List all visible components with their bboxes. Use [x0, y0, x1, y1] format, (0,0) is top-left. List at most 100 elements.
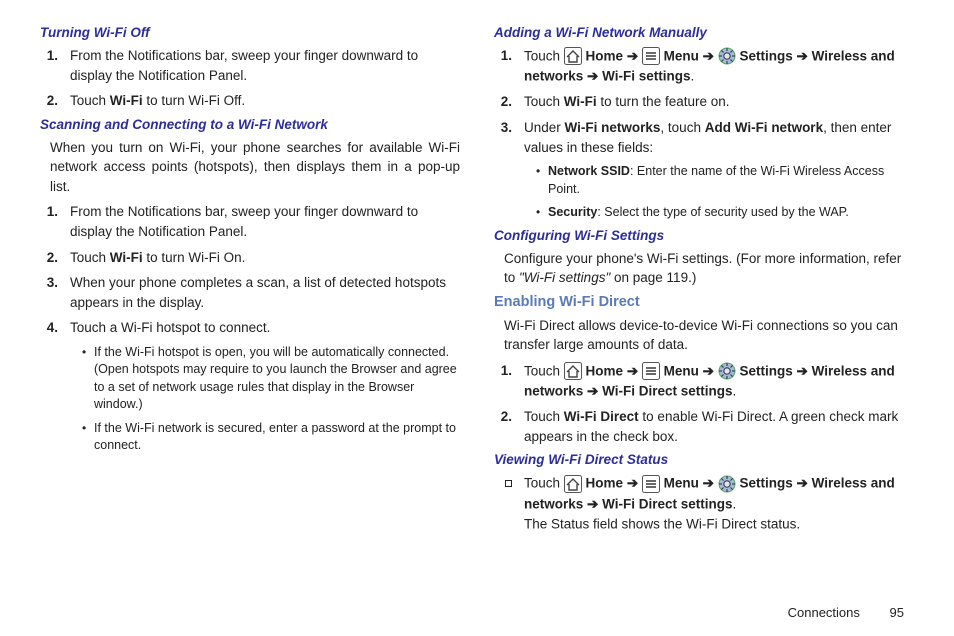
list-item: 2. Touch Wi-Fi to turn Wi-Fi Off.: [40, 91, 460, 111]
step-text: Touch Home ➔ Menu ➔ Settings ➔ Wireless …: [524, 361, 914, 401]
bullet-list: • Network SSID: Enter the name of the Wi…: [536, 163, 914, 222]
bullet-item: • Security: Select the type of security …: [536, 204, 914, 222]
arrow-icon: ➔: [587, 496, 598, 511]
bold-text: Wi-Fi: [110, 250, 143, 265]
step-number: 1.: [494, 46, 524, 66]
step-text: From the Notifications bar, sweep your f…: [70, 202, 460, 241]
step-text: Touch Home ➔ Menu ➔ Settings ➔ Wireless …: [524, 473, 914, 534]
italic-text: "Wi-Fi settings": [519, 270, 610, 285]
heading-configuring: Configuring Wi-Fi Settings: [494, 228, 914, 243]
arrow-icon: ➔: [703, 49, 714, 64]
bullet-dot: •: [536, 163, 548, 180]
paragraph: Wi-Fi Direct allows device-to-device Wi-…: [504, 316, 914, 355]
list-viewing: Touch Home ➔ Menu ➔ Settings ➔ Wireless …: [494, 473, 914, 534]
arrow-icon: ➔: [627, 364, 638, 379]
bold-text: Menu: [664, 364, 703, 379]
list-item: 1. Touch Home ➔ Menu ➔ Settings ➔ Wirele…: [494, 361, 914, 401]
list-item: 3. When your phone completes a scan, a l…: [40, 273, 460, 312]
text: , touch: [660, 120, 704, 135]
settings-icon: [718, 47, 736, 65]
arrow-icon: ➔: [627, 49, 638, 64]
bullet-text: If the Wi-Fi network is secured, enter a…: [94, 420, 460, 455]
bullet-text: Security: Select the type of security us…: [548, 204, 914, 222]
paragraph: When you turn on Wi-Fi, your phone searc…: [50, 138, 460, 197]
bold-text: Wi-Fi: [110, 93, 143, 108]
step-number: 2.: [40, 91, 70, 111]
bold-text: Add Wi-Fi network: [705, 120, 823, 135]
bold-text: Menu: [664, 476, 703, 491]
bold-text: Home: [586, 364, 627, 379]
bullet-list: • If the Wi-Fi hotspot is open, you will…: [82, 344, 460, 455]
step-text: From the Notifications bar, sweep your f…: [70, 46, 460, 85]
text: to turn Wi-Fi Off.: [143, 93, 246, 108]
bullet-text: Network SSID: Enter the name of the Wi-F…: [548, 163, 914, 198]
text: Touch: [524, 364, 564, 379]
step-text: When your phone completes a scan, a list…: [70, 273, 460, 312]
bold-text: Wi-Fi Direct settings: [602, 384, 732, 399]
footer-section: Connections: [788, 605, 860, 620]
bullet-text: If the Wi-Fi hotspot is open, you will b…: [94, 344, 460, 414]
bullet-item: • If the Wi-Fi hotspot is open, you will…: [82, 344, 460, 414]
text: to turn Wi-Fi On.: [143, 250, 246, 265]
list-item: 2. Touch Wi-Fi to turn the feature on.: [494, 92, 914, 112]
text: Touch: [524, 49, 564, 64]
step-number: 1.: [40, 202, 70, 222]
step-text: Touch Wi-Fi to turn Wi-Fi On.: [70, 248, 460, 268]
step-number: 1.: [494, 361, 524, 381]
list-item: 4. Touch a Wi-Fi hotspot to connect.: [40, 318, 460, 338]
bold-text: Wi-Fi: [564, 94, 597, 109]
list-item: 2. Touch Wi-Fi Direct to enable Wi-Fi Di…: [494, 407, 914, 446]
settings-icon: [718, 475, 736, 493]
arrow-icon: ➔: [797, 364, 808, 379]
arrow-icon: ➔: [797, 49, 808, 64]
menu-icon: [642, 362, 660, 380]
paragraph: Configure your phone's Wi-Fi settings. (…: [504, 249, 914, 288]
home-icon: [564, 47, 582, 65]
text: to turn the feature on.: [597, 94, 730, 109]
arrow-icon: ➔: [797, 476, 808, 491]
step-text: Touch a Wi-Fi hotspot to connect.: [70, 318, 460, 338]
step-text: Touch Wi-Fi to turn the feature on.: [524, 92, 914, 112]
bold-text: Settings: [740, 49, 797, 64]
arrow-icon: ➔: [627, 476, 638, 491]
heading-turning-wifi-off: Turning Wi-Fi Off: [40, 25, 460, 40]
bullet-item: • Network SSID: Enter the name of the Wi…: [536, 163, 914, 198]
step-text: Touch Wi-Fi Direct to enable Wi-Fi Direc…: [524, 407, 914, 446]
text: Touch: [70, 250, 110, 265]
footer-page-number: 95: [890, 605, 904, 620]
text: The Status field shows the Wi-Fi Direct …: [524, 517, 800, 532]
text: Touch: [524, 409, 564, 424]
text: Touch: [524, 476, 564, 491]
step-number: 3.: [494, 118, 524, 138]
text: Under: [524, 120, 565, 135]
step-number: 2.: [494, 92, 524, 112]
list-wifi-direct: 1. Touch Home ➔ Menu ➔ Settings ➔ Wirele…: [494, 361, 914, 447]
heading-enabling-wifi-direct: Enabling Wi-Fi Direct: [494, 294, 914, 310]
arrow-icon: ➔: [587, 384, 598, 399]
bold-text: Wi-Fi networks: [565, 120, 661, 135]
menu-icon: [642, 475, 660, 493]
page-footer: Connections 95: [788, 605, 904, 620]
step-number: 4.: [40, 318, 70, 338]
bold-text: Network SSID: [548, 164, 630, 178]
bold-text: Wi-Fi settings: [602, 69, 690, 84]
text: Touch: [70, 93, 110, 108]
list-item: 1. Touch Home ➔ Menu ➔ Settings ➔ Wirele…: [494, 46, 914, 86]
bullet-item: • If the Wi-Fi network is secured, enter…: [82, 420, 460, 455]
bold-text: Settings: [740, 476, 797, 491]
text: .: [733, 384, 737, 399]
list-item: 1. From the Notifications bar, sweep you…: [40, 46, 460, 85]
list-adding: 1. Touch Home ➔ Menu ➔ Settings ➔ Wirele…: [494, 46, 914, 157]
bold-text: Menu: [664, 49, 703, 64]
page-columns: Turning Wi-Fi Off 1. From the Notificati…: [40, 22, 914, 540]
step-number: 1.: [40, 46, 70, 66]
left-column: Turning Wi-Fi Off 1. From the Notificati…: [40, 22, 460, 540]
home-icon: [564, 362, 582, 380]
text: : Select the type of security used by th…: [597, 205, 849, 219]
step-number: 2.: [494, 407, 524, 427]
step-text: Touch Wi-Fi to turn Wi-Fi Off.: [70, 91, 460, 111]
settings-icon: [718, 362, 736, 380]
bold-text: Wi-Fi Direct: [564, 409, 639, 424]
list-item: 3. Under Wi-Fi networks, touch Add Wi-Fi…: [494, 118, 914, 157]
bold-text: Home: [586, 476, 627, 491]
